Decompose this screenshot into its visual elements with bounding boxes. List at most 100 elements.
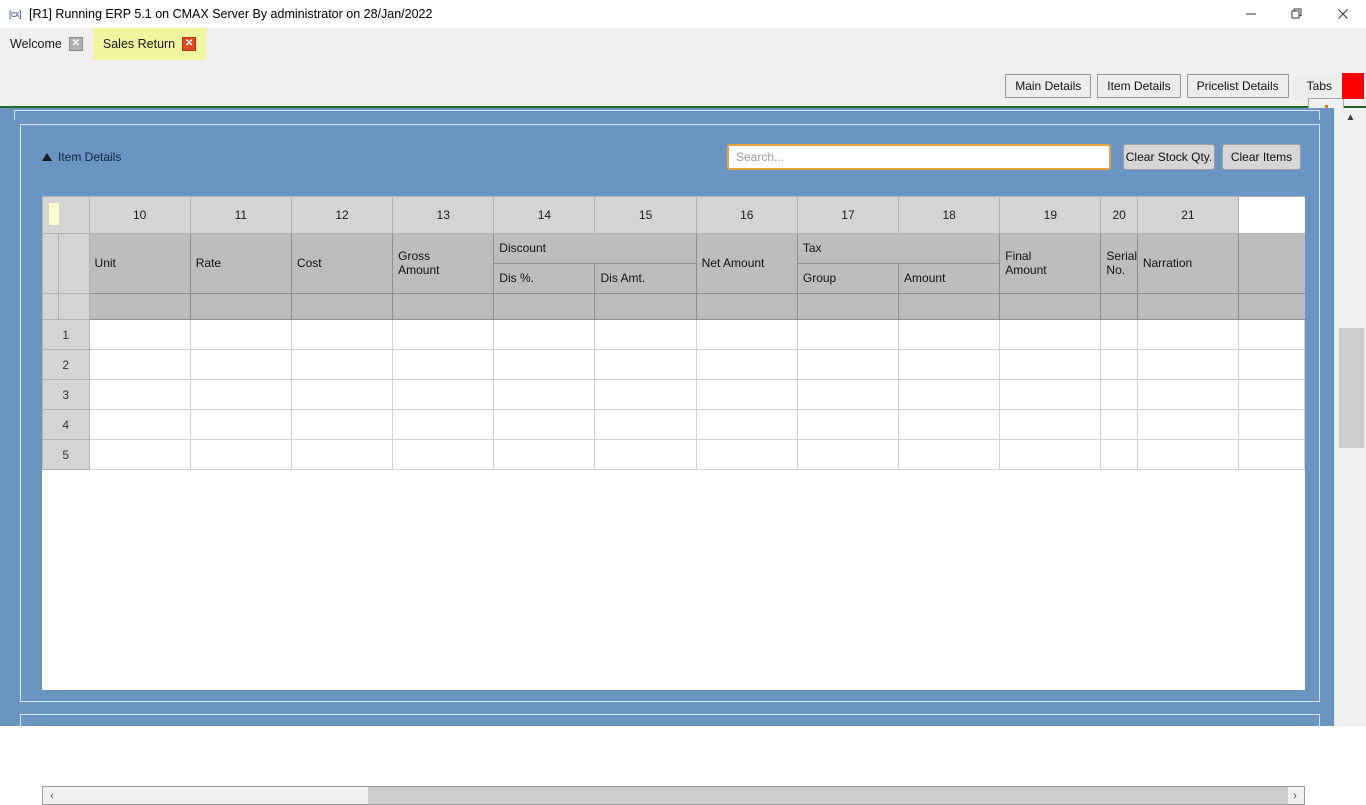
cell-cost[interactable] bbox=[290, 409, 394, 440]
header-cost[interactable]: Cost bbox=[290, 233, 394, 294]
cell-final-amount[interactable] bbox=[999, 439, 1102, 470]
filter-cell-dis-amt[interactable] bbox=[594, 293, 697, 320]
cell-narration[interactable] bbox=[1136, 379, 1240, 410]
search-input[interactable] bbox=[727, 144, 1111, 170]
header-serial-no[interactable]: Serial No. bbox=[1100, 233, 1138, 294]
cell-narration[interactable] bbox=[1136, 319, 1240, 350]
cell-final-amount[interactable] bbox=[999, 409, 1102, 440]
filter-cell-cost[interactable] bbox=[290, 293, 394, 320]
cell-net-amount[interactable] bbox=[695, 409, 798, 440]
cell-final-amount[interactable] bbox=[999, 349, 1102, 380]
cell-serial-no[interactable] bbox=[1100, 379, 1138, 410]
cell-dis-amt[interactable] bbox=[594, 379, 697, 410]
tabs-button[interactable]: Tabs bbox=[1294, 73, 1364, 99]
cell-tax-group[interactable] bbox=[796, 319, 900, 350]
col-number-19[interactable]: 19 bbox=[999, 196, 1102, 234]
cell-net-amount[interactable] bbox=[695, 349, 798, 380]
cell-gross-amount[interactable] bbox=[392, 349, 495, 380]
item-details-section-header[interactable]: Item Details bbox=[42, 150, 121, 164]
cell-cost[interactable] bbox=[290, 379, 394, 410]
cell-dis-pct[interactable] bbox=[493, 349, 596, 380]
col-number-10[interactable]: 10 bbox=[88, 196, 191, 234]
col-number-20[interactable]: 20 bbox=[1100, 196, 1138, 234]
col-number-12[interactable]: 12 bbox=[290, 196, 394, 234]
cell-dis-pct[interactable] bbox=[493, 379, 596, 410]
cell-gross-amount[interactable] bbox=[392, 439, 495, 470]
row-number-4[interactable]: 4 bbox=[42, 409, 90, 440]
col-number-14[interactable]: 14 bbox=[493, 196, 596, 234]
cell-tax-amount[interactable] bbox=[898, 409, 1001, 440]
cell-cost[interactable] bbox=[290, 319, 394, 350]
filter-cell-tax-amount[interactable] bbox=[898, 293, 1001, 320]
cell-dis-amt[interactable] bbox=[594, 319, 697, 350]
hscroll-thumb[interactable] bbox=[368, 787, 1288, 804]
cell-unit[interactable] bbox=[88, 379, 191, 410]
header-gross-amount[interactable]: Gross Amount bbox=[392, 233, 495, 294]
header-dis-pct[interactable]: Dis %. bbox=[493, 263, 596, 294]
cell-dis-pct[interactable] bbox=[493, 319, 596, 350]
cell-tax-amount[interactable] bbox=[898, 349, 1001, 380]
cell-serial-no[interactable] bbox=[1100, 409, 1138, 440]
clear-items-button[interactable]: Clear Items bbox=[1222, 144, 1301, 170]
cell-final-amount[interactable] bbox=[999, 319, 1102, 350]
cell-net-amount[interactable] bbox=[695, 319, 798, 350]
vscroll-thumb[interactable] bbox=[1339, 328, 1364, 448]
cell-unit[interactable] bbox=[88, 319, 191, 350]
table-row[interactable]: 3 bbox=[42, 379, 1305, 410]
col-number-17[interactable]: 17 bbox=[796, 196, 900, 234]
header-tax-amount[interactable]: Amount bbox=[898, 263, 1001, 294]
filter-cell-narration[interactable] bbox=[1136, 293, 1240, 320]
cell-tax-group[interactable] bbox=[796, 349, 900, 380]
cell-rate[interactable] bbox=[189, 409, 292, 440]
cell-serial-no[interactable] bbox=[1100, 439, 1138, 470]
scroll-right-icon[interactable]: › bbox=[1286, 787, 1304, 804]
minimize-button[interactable] bbox=[1228, 0, 1274, 28]
row-number-5[interactable]: 5 bbox=[42, 439, 90, 470]
col-number-15[interactable]: 15 bbox=[594, 196, 697, 234]
cell-tax-amount[interactable] bbox=[898, 439, 1001, 470]
header-unit[interactable]: Unit bbox=[88, 233, 191, 294]
header-net-amount[interactable]: Net Amount bbox=[695, 233, 798, 294]
tab-welcome[interactable]: Welcome ✕ bbox=[0, 28, 93, 60]
cell-net-amount[interactable] bbox=[695, 379, 798, 410]
cell-rate[interactable] bbox=[189, 439, 292, 470]
filter-cell-rate[interactable] bbox=[189, 293, 292, 320]
cell-narration[interactable] bbox=[1136, 409, 1240, 440]
cell-serial-no[interactable] bbox=[1100, 319, 1138, 350]
header-narration[interactable]: Narration bbox=[1136, 233, 1240, 294]
clear-stock-qty-button[interactable]: Clear Stock Qty. bbox=[1123, 144, 1215, 170]
cell-gross-amount[interactable] bbox=[392, 319, 495, 350]
cell-dis-amt[interactable] bbox=[594, 409, 697, 440]
cell-dis-amt[interactable] bbox=[594, 439, 697, 470]
maximize-button[interactable] bbox=[1274, 0, 1320, 28]
col-number-16[interactable]: 16 bbox=[695, 196, 798, 234]
tab-welcome-close-icon[interactable]: ✕ bbox=[68, 37, 83, 51]
filter-cell-final-amount[interactable] bbox=[999, 293, 1102, 320]
header-group-discount[interactable]: Discount bbox=[493, 233, 697, 264]
scroll-left-icon[interactable]: ‹ bbox=[43, 787, 61, 804]
cell-tax-amount[interactable] bbox=[898, 379, 1001, 410]
row-number-2[interactable]: 2 bbox=[42, 349, 90, 380]
cell-narration[interactable] bbox=[1136, 439, 1240, 470]
grid-horizontal-scrollbar[interactable]: ‹ › bbox=[42, 786, 1305, 805]
cell-rate[interactable] bbox=[189, 379, 292, 410]
cell-cost[interactable] bbox=[290, 439, 394, 470]
cell-dis-pct[interactable] bbox=[493, 439, 596, 470]
item-details-button[interactable]: Item Details bbox=[1097, 74, 1181, 98]
col-number-21[interactable]: 21 bbox=[1136, 196, 1240, 234]
filter-cell-dis-pct[interactable] bbox=[493, 293, 596, 320]
cell-dis-pct[interactable] bbox=[493, 409, 596, 440]
col-number-11[interactable]: 11 bbox=[189, 196, 292, 234]
header-rate[interactable]: Rate bbox=[189, 233, 292, 294]
cell-gross-amount[interactable] bbox=[392, 409, 495, 440]
table-row[interactable]: 4 bbox=[42, 409, 1305, 440]
close-button[interactable] bbox=[1320, 0, 1366, 28]
cell-tax-group[interactable] bbox=[796, 409, 900, 440]
main-details-button[interactable]: Main Details bbox=[1005, 74, 1092, 98]
scroll-up-icon[interactable]: ▲ bbox=[1335, 108, 1366, 126]
header-final-amount[interactable]: Final Amount bbox=[999, 233, 1102, 294]
cell-tax-group[interactable] bbox=[796, 379, 900, 410]
filter-cell-tax-group[interactable] bbox=[796, 293, 900, 320]
filter-cell-gross-amount[interactable] bbox=[392, 293, 495, 320]
cell-tax-amount[interactable] bbox=[898, 319, 1001, 350]
